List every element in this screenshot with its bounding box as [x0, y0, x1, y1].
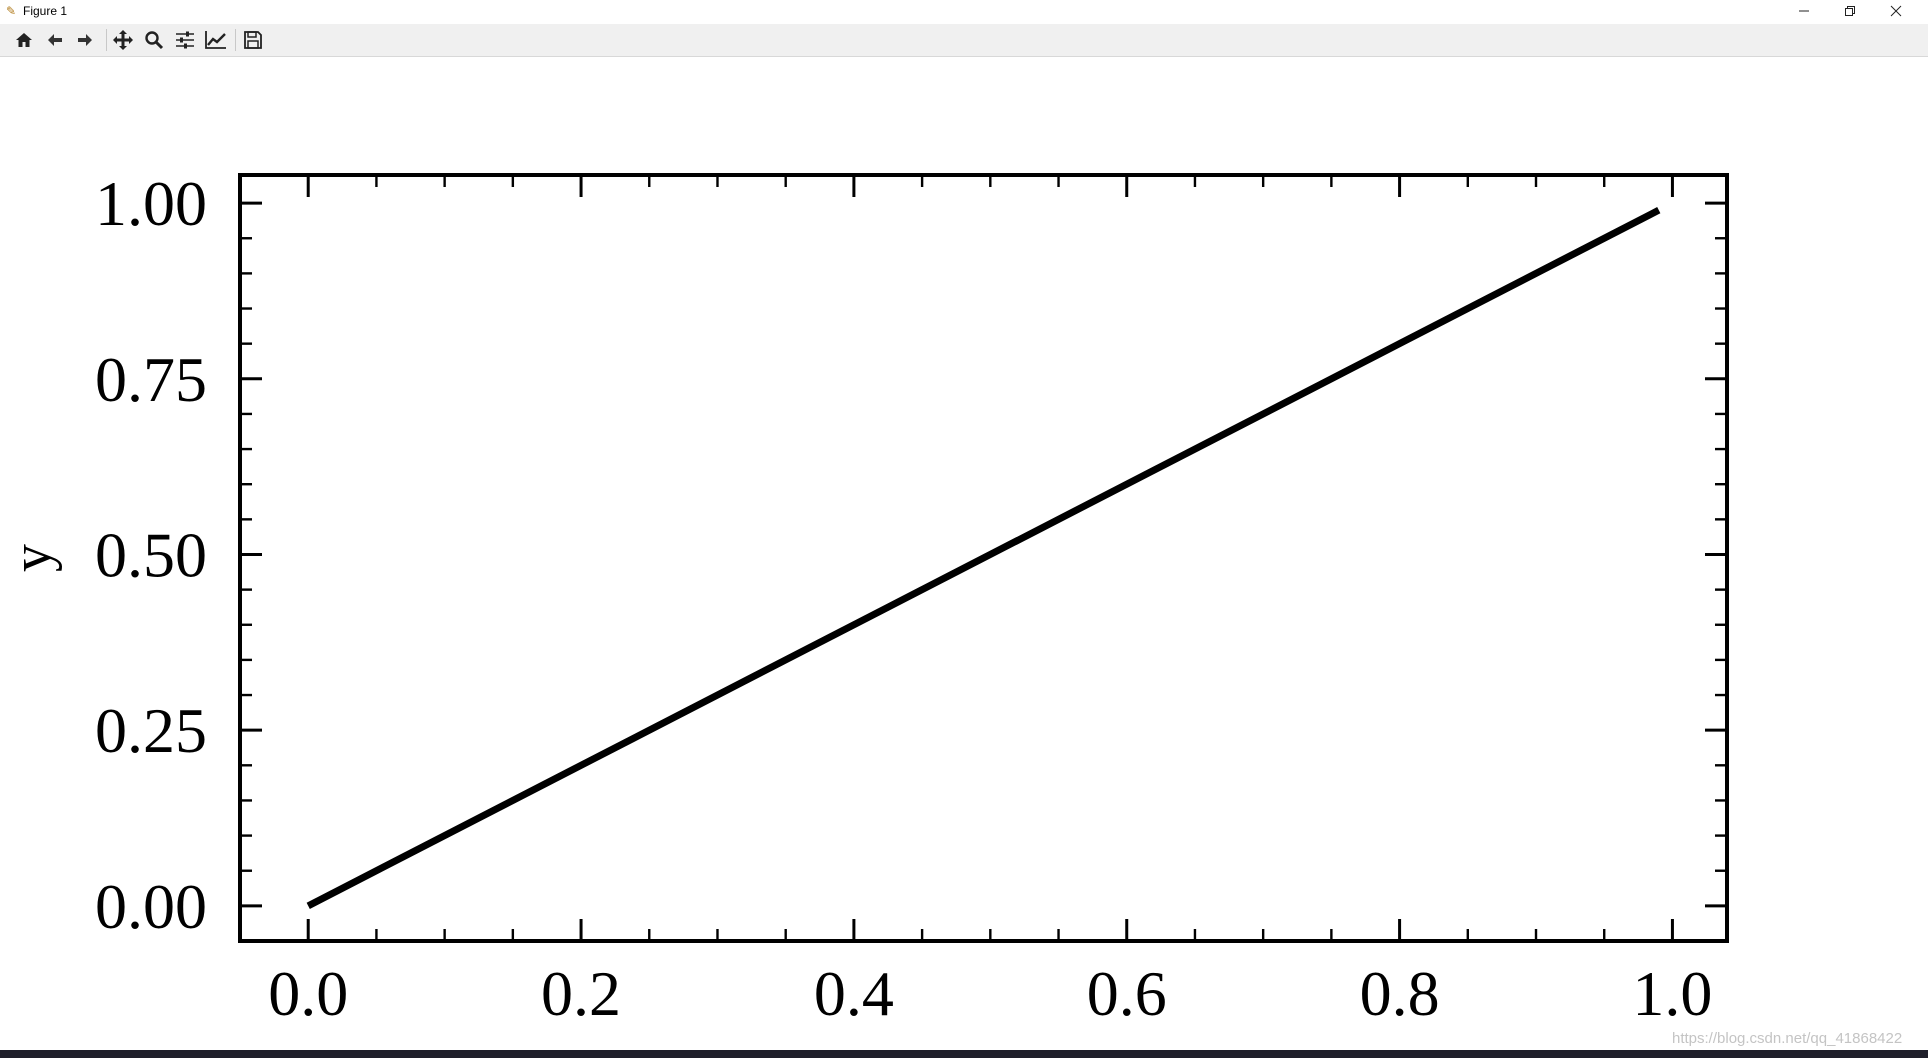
series-layer — [306, 207, 1661, 909]
x-tick-label: 0.6 — [1087, 958, 1167, 1029]
x-tick-label: 1.0 — [1632, 958, 1712, 1029]
figure-canvas[interactable]: 0.0 0.2 0.4 0.6 0.8 1.0 0.000.250.500.751.00 … — [0, 0, 1928, 1058]
y-axis-label: y — [1, 544, 63, 572]
y-tick-label: 0.75 — [95, 344, 207, 415]
y-tick-label: 0.50 — [95, 519, 207, 590]
x-tick-labels: 0.0 0.2 0.4 0.6 0.8 1.0 — [268, 958, 1712, 1029]
y-tick-label: 1.00 — [95, 168, 207, 239]
watermark-text: https://blog.csdn.net/qq_41868422 — [1672, 1030, 1903, 1047]
x-tick-label: 0.8 — [1360, 958, 1440, 1029]
series-line — [306, 207, 1661, 909]
x-tick-label: 0.0 — [268, 958, 348, 1029]
x-tick-label: 0.2 — [541, 958, 621, 1029]
y-tick-labels: 0.00 0.25 0.50 0.75 1.00 — [95, 168, 207, 942]
x-tick-label: 0.4 — [814, 958, 894, 1029]
y-tick-label: 0.25 — [95, 695, 207, 766]
y-tick-label: 0.00 — [95, 871, 207, 942]
taskbar — [0, 1050, 1928, 1058]
